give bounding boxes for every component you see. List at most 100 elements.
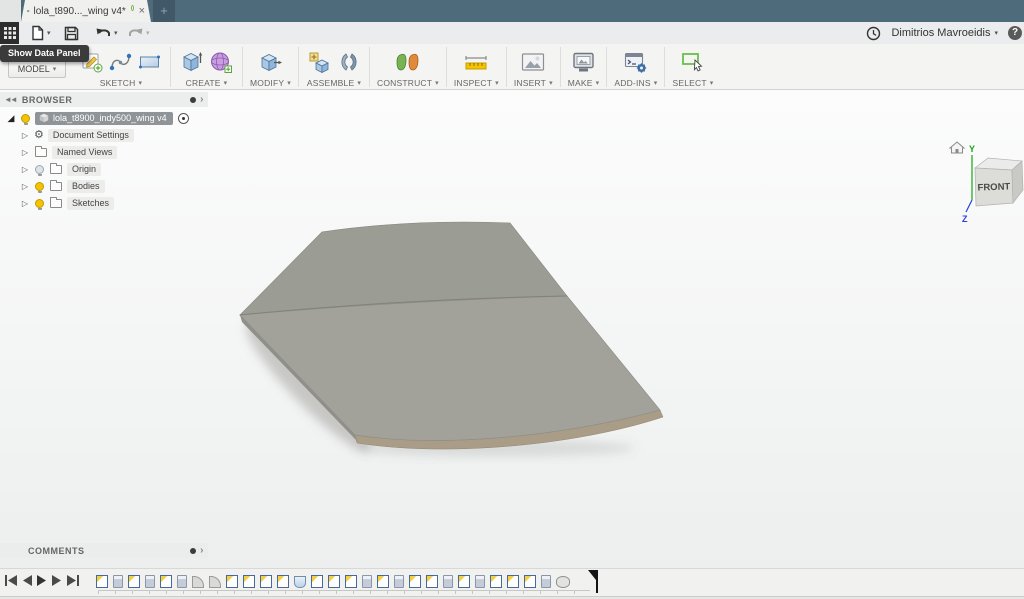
timeline-feature-fillet-icon[interactable] [209,576,221,588]
view-cube-front-label[interactable]: FRONT [977,181,1010,193]
timeline-feature-sketch-icon[interactable] [128,575,140,588]
select-icon[interactable] [679,49,707,76]
undo-button[interactable]: ▾ [95,23,118,43]
timeline-feature-sketch-icon[interactable] [524,575,536,588]
comments-panel-header[interactable]: COMMENTS › [0,543,208,558]
play-button[interactable] [37,575,47,586]
modify-menu-label[interactable]: MODIFY [250,78,291,88]
job-status-clock-icon[interactable] [866,26,881,41]
tree-row-sketches[interactable]: ▷ Sketches [0,195,208,212]
tree-item-label[interactable]: Sketches [67,197,115,210]
timeline-feature-sketch-icon[interactable] [260,575,272,588]
make-3dprint-icon[interactable] [570,49,597,76]
tree-row-named-views[interactable]: ▷ Named Views [0,144,208,161]
go-to-start-button[interactable] [5,575,17,586]
timeline-feature-shell-icon[interactable] [294,576,306,588]
construct-menu-label[interactable]: CONSTRUCT [377,78,439,88]
timeline-feature-sketch-icon[interactable] [243,575,255,588]
timeline-feature-revolve-icon[interactable] [556,576,570,588]
tree-row-document-settings[interactable]: ▷ ⚙ Document Settings [0,127,208,144]
new-tab-button[interactable]: + [153,0,175,22]
timeline-feature-extrude-icon[interactable] [145,575,155,588]
timeline-feature-fillet-icon[interactable] [192,576,204,588]
timeline-feature-sketch-icon[interactable] [160,575,172,588]
timeline-feature-extrude-icon[interactable] [113,575,123,588]
timeline-feature-extrude-icon[interactable] [443,575,453,588]
visibility-bulb-icon[interactable] [21,114,30,125]
browser-panel-header[interactable]: ◄◄ BROWSER › [0,92,208,107]
insert-image-icon[interactable] [519,49,547,76]
assemble-menu-label[interactable]: ASSEMBLE [307,78,361,88]
timeline-feature-extrude-icon[interactable] [541,575,551,588]
timeline-feature-sketch-icon[interactable] [311,575,323,588]
extrude-icon[interactable] [178,49,205,76]
expand-arrow-icon[interactable]: ▷ [18,148,32,157]
expand-arrow-icon[interactable]: ▷ [18,131,32,140]
panel-chevron-icon[interactable]: › [200,94,204,105]
timeline-feature-sketch-icon[interactable] [490,575,502,588]
timeline-feature-sketch-icon[interactable] [277,575,289,588]
document-tab[interactable]: lola_t890..._wing v4* × [21,0,151,22]
tree-row-origin[interactable]: ▷ Origin [0,161,208,178]
timeline-playhead[interactable] [588,570,600,593]
tree-item-label[interactable]: Document Settings [47,129,134,142]
inspect-menu-label[interactable]: INSPECT [454,78,499,88]
view-cube[interactable]: Y Z FRONT [945,138,1024,226]
select-menu-label[interactable]: SELECT [672,78,713,88]
timeline-feature-sketch-icon[interactable] [377,575,389,588]
press-pull-icon[interactable] [257,49,284,76]
save-button[interactable] [64,23,79,43]
app-grid-menu-button[interactable] [0,22,19,44]
wing-model[interactable] [230,205,680,465]
visibility-bulb-icon[interactable] [35,182,44,193]
create-menu-label[interactable]: CREATE [186,78,228,88]
construct-plane-icon[interactable] [394,49,422,76]
panel-options-icon[interactable] [190,547,197,554]
tree-row-bodies[interactable]: ▷ Bodies [0,178,208,195]
step-back-button[interactable] [22,575,32,586]
timeline-feature-sketch-icon[interactable] [226,575,238,588]
activate-component-radio[interactable] [177,113,189,124]
timeline-feature-extrude-icon[interactable] [475,575,485,588]
expand-arrow-icon[interactable]: ◢ [4,113,18,124]
insert-menu-label[interactable]: INSERT [514,78,553,88]
timeline-feature-extrude-icon[interactable] [177,575,187,588]
visibility-bulb-icon[interactable] [35,199,44,210]
timeline-feature-extrude-icon[interactable] [394,575,404,588]
tree-item-label[interactable]: Origin [67,163,102,176]
timeline-feature-sketch-icon[interactable] [409,575,421,588]
timeline-feature-sketch-icon[interactable] [458,575,470,588]
user-account-menu[interactable]: Dimitrios Mavroeidis [891,27,998,39]
timeline-feature-sketch-icon[interactable] [328,575,340,588]
go-to-end-button[interactable] [67,575,79,586]
help-icon[interactable]: ? [1008,26,1022,40]
rectangle-sketch-icon[interactable] [137,49,163,75]
visibility-bulb-icon[interactable] [35,165,44,176]
tab-close-icon[interactable]: × [139,6,145,17]
step-forward-button[interactable] [52,575,62,586]
timeline-feature-sketch-icon[interactable] [96,575,108,588]
panel-options-icon[interactable] [190,96,197,103]
make-menu-label[interactable]: MAKE [568,78,600,88]
root-component-label[interactable]: lola_t8900_indy500_wing v4 [35,112,173,125]
sketch-menu-label[interactable]: SKETCH [100,78,142,88]
expand-arrow-icon[interactable]: ▷ [18,165,32,174]
tree-item-label[interactable]: Bodies [67,180,105,193]
expand-arrow-icon[interactable]: ▷ [18,199,32,208]
create-form-icon[interactable] [208,49,235,76]
home-view-icon[interactable] [948,141,966,154]
collapse-panel-icon[interactable]: ◄◄ [4,95,18,104]
timeline-feature-extrude-icon[interactable] [362,575,372,588]
timeline-feature-sketch-icon[interactable] [345,575,357,588]
redo-button[interactable]: ▾ [127,23,150,43]
view-cube-body[interactable]: FRONT [974,157,1024,207]
spline-icon[interactable] [108,49,134,75]
timeline-feature-sketch-icon[interactable] [426,575,438,588]
measure-icon[interactable] [462,49,490,76]
timeline-feature-sketch-icon[interactable] [507,575,519,588]
file-menu-button[interactable]: ▾ [30,23,51,43]
panel-chevron-icon[interactable]: › [200,545,204,556]
scripts-addins-icon[interactable] [622,49,649,76]
addins-menu-label[interactable]: ADD-INS [614,78,657,88]
expand-arrow-icon[interactable]: ▷ [18,182,32,191]
